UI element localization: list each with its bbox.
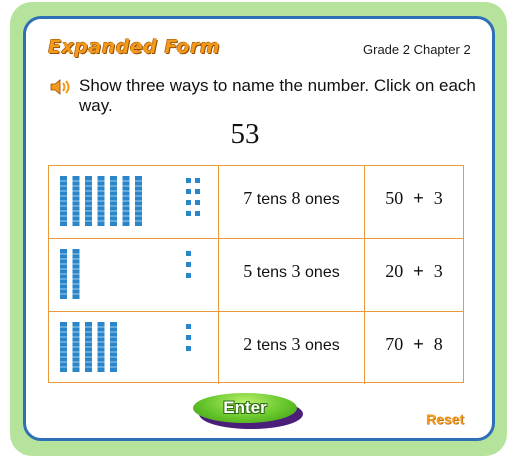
ones-word: ones [305,337,340,354]
answer-grid: 7 tens 8 ones 50 +3 5 tens 3 ones 20 + 3… [48,165,464,384]
ten-rod [72,176,80,226]
one-cube [195,211,200,216]
tens-ones-text: 7 tens 8 ones [219,188,364,209]
ones-word: ones [305,264,340,281]
one-cube [186,189,191,194]
ten-rod [110,176,117,226]
tens-value: 2 [243,334,253,354]
ten-rod [60,176,67,226]
expanded-sum-option[interactable]: 20 +3 [365,239,463,311]
one-cube [195,200,200,205]
ten-rod [110,322,117,372]
sum-ones: 3 [433,188,443,208]
tens-word: tens [256,337,288,354]
grid-row: 7 tens 8 ones 50 +3 [49,166,463,239]
grid-row: 5 tens 3 ones 20 +3 [49,239,463,312]
ten-rod [85,322,92,372]
ones-value: 8 [291,188,301,208]
ones-value: 3 [291,261,301,281]
one-cube [186,324,191,329]
ones-word: ones [305,191,340,208]
ten-rod [72,249,80,299]
base-ten-blocks [49,312,219,384]
sum-tens: 50 [385,188,404,208]
base-ten-blocks [49,166,219,238]
sum-tens: 20 [385,261,404,281]
tens-word: tens [256,191,288,208]
tens-word: tens [256,264,288,281]
one-cube [186,262,191,267]
blocks-drawing [60,176,200,226]
blocks-drawing [60,249,191,299]
grade-chapter-label: Grade 2 Chapter 2 [363,42,471,57]
ten-rod [97,176,105,226]
ones-value: 3 [291,334,301,354]
enter-button-label: Enter [223,398,267,417]
one-cube [195,178,200,183]
one-cube [186,211,191,216]
ten-rod [135,176,142,226]
sum-ones: 3 [433,261,443,281]
one-cube [195,189,200,194]
one-cube [186,273,191,278]
tens-ones-option[interactable]: 7 tens 8 ones [219,166,365,238]
plus-sign: + [413,261,424,281]
ten-rod [85,176,92,226]
sum-ones: 8 [433,334,443,354]
enter-button[interactable]: Enter [193,393,303,429]
sum-text: 20 +3 [365,261,463,282]
expanded-sum-option[interactable]: 70 +8 [365,312,463,384]
one-cube [186,251,191,256]
one-cube [186,178,191,183]
blocks-drawing [60,322,191,372]
plus-sign: + [413,188,424,208]
sum-text: 50 +3 [365,188,463,209]
tens-value: 7 [243,188,253,208]
speaker-icon[interactable] [50,79,72,95]
ten-rod [60,249,67,299]
tens-ones-option[interactable]: 2 tens 3 ones [219,312,365,384]
reset-button[interactable]: Reset [426,411,464,427]
ten-rod [122,176,130,226]
one-cube [186,346,191,351]
tens-ones-text: 5 tens 3 ones [219,261,364,282]
base-ten-blocks [49,239,219,311]
instruction-text: Show three ways to name the number. Clic… [79,76,476,115]
tens-value: 5 [243,261,253,281]
plus-sign: + [413,334,424,354]
target-number: 53 [230,118,260,150]
ten-rod [72,322,80,372]
tens-ones-text: 2 tens 3 ones [219,334,364,355]
tens-ones-option[interactable]: 5 tens 3 ones [219,239,365,311]
sum-text: 70 +8 [365,334,463,355]
one-cube [186,200,191,205]
sum-tens: 70 [385,334,404,354]
page-title: Expanded Form [48,36,221,58]
expanded-sum-option[interactable]: 50 +3 [365,166,463,238]
ten-rod [97,322,105,372]
one-cube [186,335,191,340]
grid-row: 2 tens 3 ones 70 +8 [49,312,463,384]
ten-rod [60,322,67,372]
